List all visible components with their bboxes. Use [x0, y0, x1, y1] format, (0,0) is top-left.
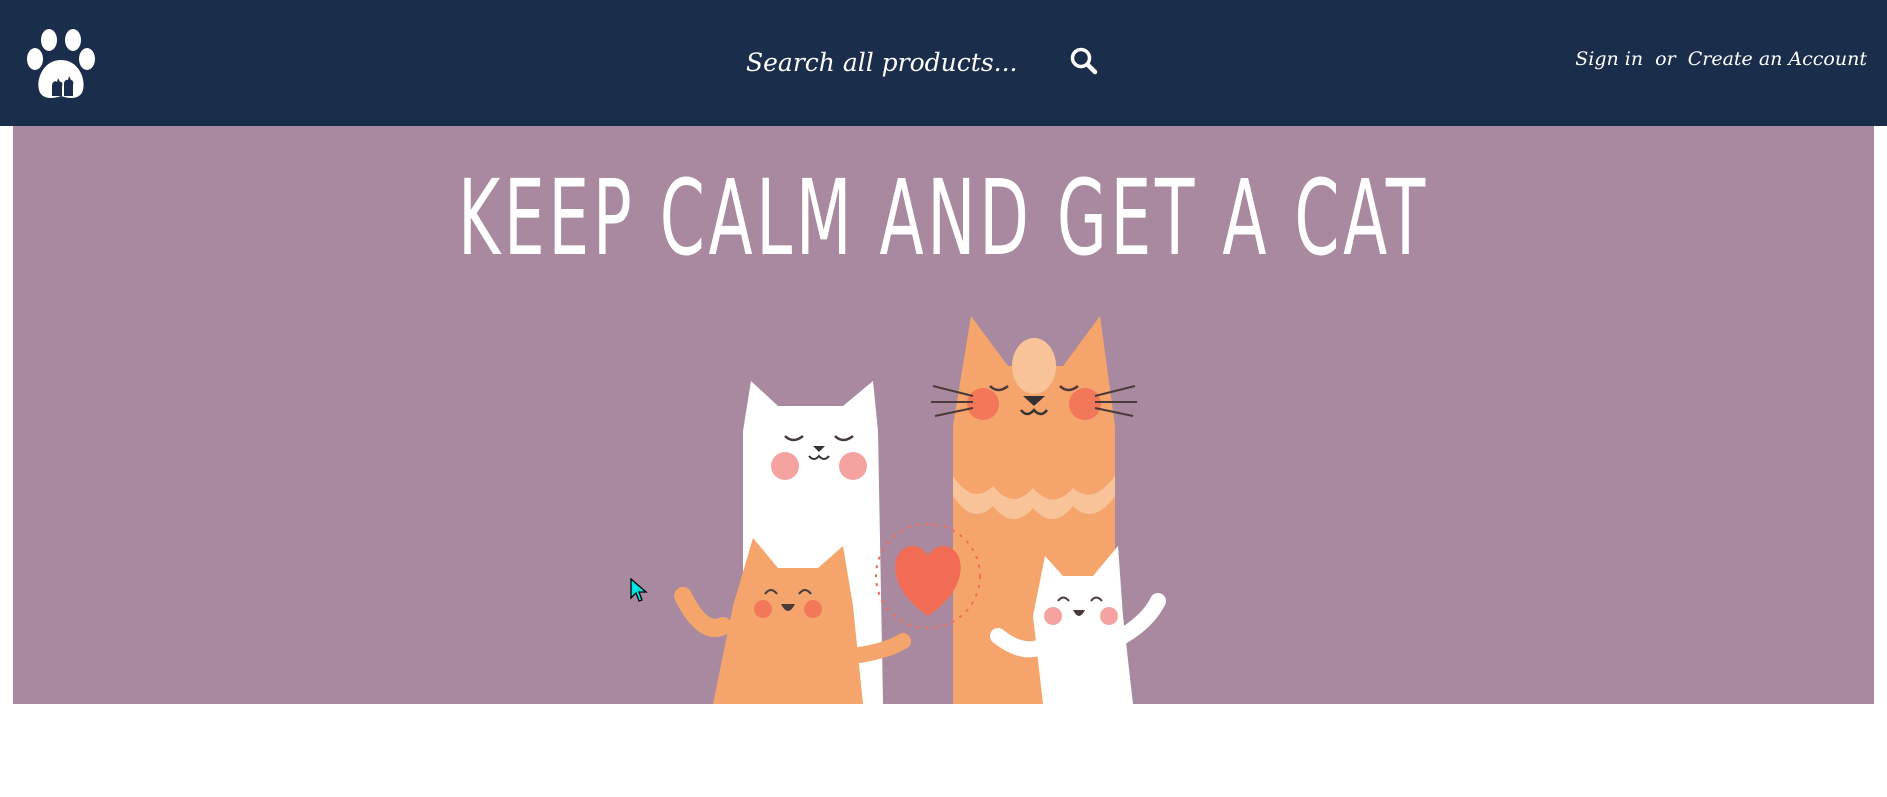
account-links: Sign in or Create an Account — [1575, 48, 1867, 70]
create-account-link[interactable]: Create an Account — [1688, 48, 1867, 70]
mouse-cursor-icon — [630, 578, 648, 602]
hero-banner[interactable]: KEEP CALM AND GET A CAT — [13, 126, 1874, 704]
account-separator: or — [1655, 48, 1676, 70]
search-icon — [1070, 47, 1098, 74]
sign-in-link[interactable]: Sign in — [1575, 48, 1643, 70]
hero-title: KEEP CALM AND GET A CAT — [457, 157, 1430, 279]
site-header: Sign in or Create an Account — [0, 0, 1887, 126]
cat-family-illustration — [674, 316, 1166, 704]
search-bar — [736, 40, 1106, 84]
search-input[interactable] — [736, 40, 1056, 84]
search-button[interactable] — [1066, 44, 1102, 80]
paw-print-icon[interactable] — [22, 26, 100, 102]
